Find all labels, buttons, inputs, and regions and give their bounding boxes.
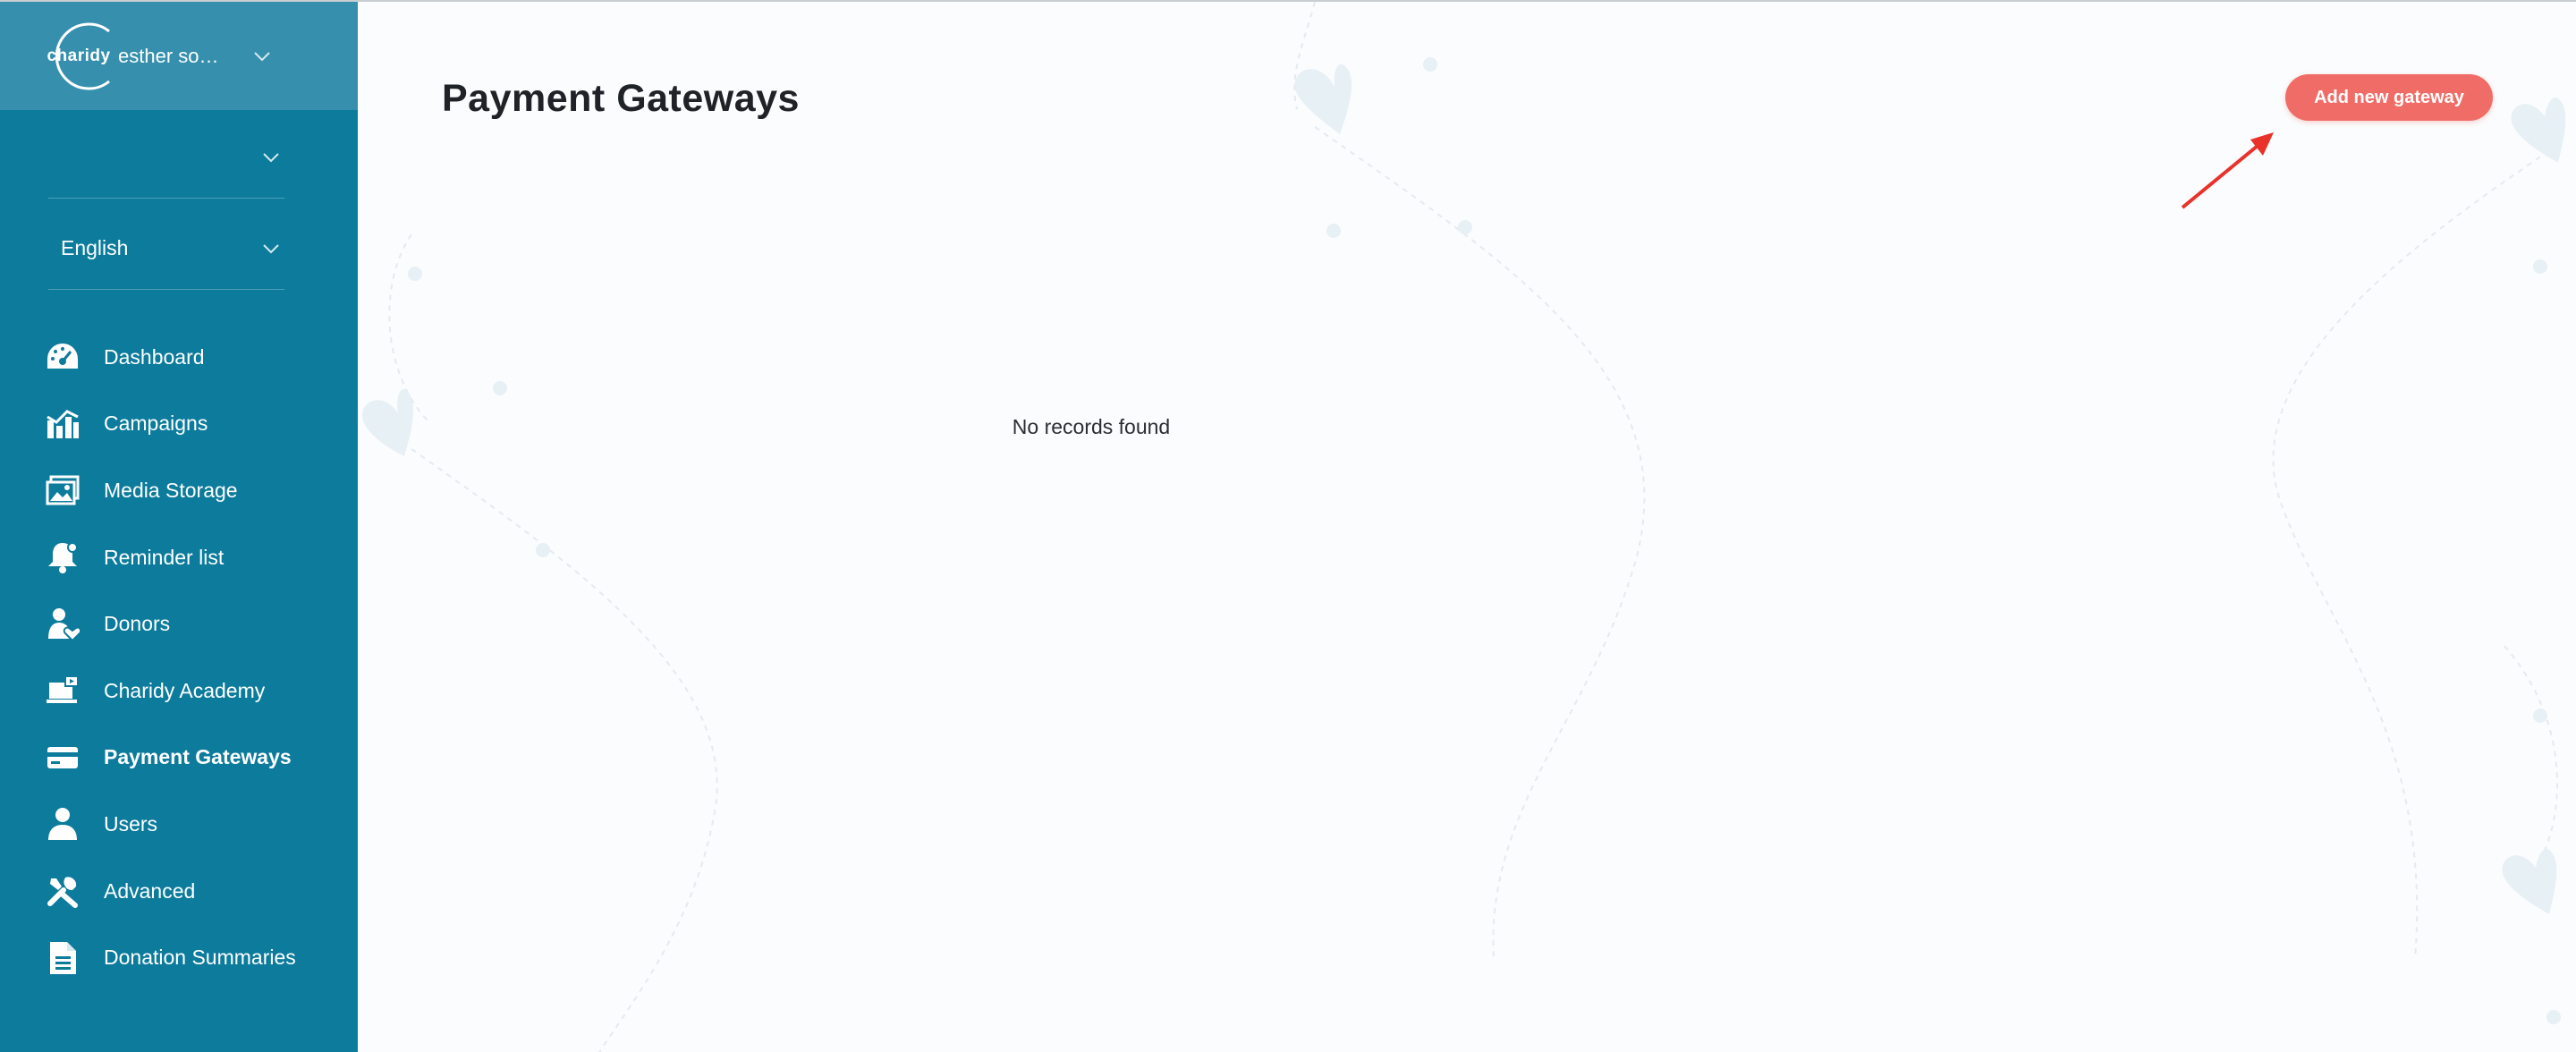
main-content: Payment Gateways Add new gateway No reco… <box>358 2 2576 1052</box>
sidebar-item-users[interactable]: Users <box>0 791 358 858</box>
language-select-value: English <box>61 236 129 259</box>
chevron-down-icon <box>263 243 279 253</box>
sidebar-item-media-storage[interactable]: Media Storage <box>0 457 358 524</box>
charidy-logo: charidy <box>47 21 111 92</box>
sidebar-item-dashboard[interactable]: Dashboard <box>0 324 358 391</box>
sidebar-item-label: Media Storage <box>104 478 238 502</box>
sidebar-nav: Dashboard Campaigns Media Storage Remind… <box>0 324 358 991</box>
sidebar-item-label: Advanced <box>104 878 196 903</box>
sidebar-item-label: Dashboard <box>104 344 205 369</box>
logo-text: charidy <box>47 46 111 65</box>
empty-state-message: No records found <box>1012 415 1171 438</box>
sidebar-item-donors[interactable]: Donors <box>0 590 358 658</box>
sidebar-item-payment-gateways[interactable]: Payment Gateways <box>0 725 358 792</box>
language-select[interactable]: English <box>48 208 284 290</box>
chevron-down-icon <box>254 51 270 61</box>
sidebar-item-label: Campaigns <box>104 411 208 436</box>
sidebar-item-reminder-list[interactable]: Reminder list <box>0 524 358 591</box>
document-icon <box>45 940 80 976</box>
sidebar-item-label: Users <box>104 811 158 836</box>
app-window: charidy esther somi... English Dashboard… <box>0 0 2576 1052</box>
add-new-gateway-button[interactable]: Add new gateway <box>2285 74 2493 121</box>
sidebar-item-label: Payment Gateways <box>104 745 292 769</box>
sidebar-item-campaigns[interactable]: Campaigns <box>0 391 358 458</box>
chevron-down-icon <box>263 152 279 162</box>
media-storage-icon <box>45 472 80 508</box>
sidebar: charidy esther somi... English Dashboard… <box>0 2 358 1052</box>
academy-icon <box>45 673 80 708</box>
account-switcher[interactable]: charidy esther somi... <box>0 2 358 110</box>
account-name: esther somi... <box>118 44 234 67</box>
annotation-arrow-icon <box>2181 132 2274 209</box>
organization-select[interactable] <box>48 116 284 199</box>
sidebar-item-label: Reminder list <box>104 545 225 569</box>
tools-icon <box>45 873 80 909</box>
user-icon <box>45 806 80 842</box>
donors-icon <box>45 607 80 642</box>
bell-icon <box>45 539 80 575</box>
page-title: Payment Gateways <box>442 77 800 120</box>
sidebar-item-charidy-academy[interactable]: Charidy Academy <box>0 658 358 725</box>
dashboard-icon <box>45 339 80 375</box>
sidebar-item-label: Donation Summaries <box>104 946 296 970</box>
credit-card-icon <box>45 740 80 776</box>
sidebar-item-donation-summaries[interactable]: Donation Summaries <box>0 924 358 991</box>
sidebar-item-label: Donors <box>104 612 171 636</box>
campaigns-icon <box>45 406 80 442</box>
sidebar-item-label: Charidy Academy <box>104 678 266 702</box>
sidebar-item-advanced[interactable]: Advanced <box>0 858 358 925</box>
